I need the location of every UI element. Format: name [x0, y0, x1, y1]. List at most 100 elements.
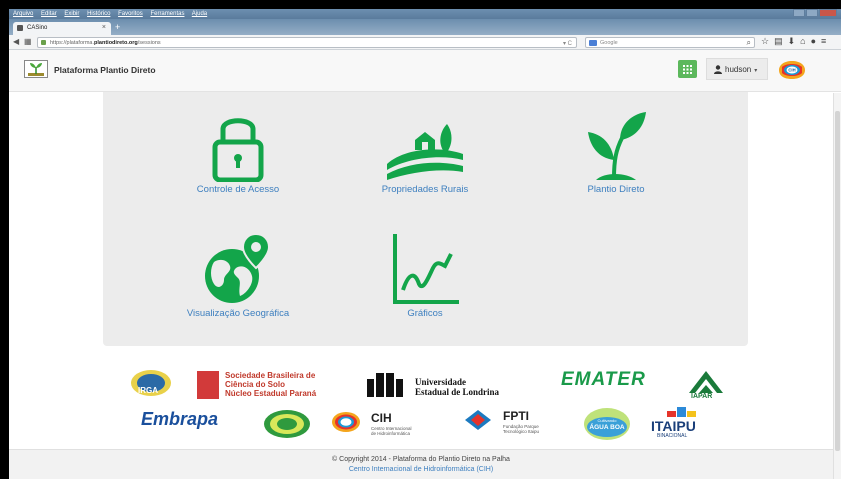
cih-sub2: de Hidroinformática: [371, 431, 411, 436]
cih-partner-icon: [332, 412, 360, 432]
fpti-name: FPTI: [503, 409, 529, 423]
tile-label: Propriedades Rurais: [381, 184, 469, 195]
home-identity-icon[interactable]: ▦: [24, 37, 32, 46]
search-placeholder: Google: [600, 40, 618, 46]
tab-lock-icon: [17, 25, 23, 31]
toolbar-icons: ☆ ▤ ⬇ ⌂ ● ≡: [761, 36, 826, 47]
green-seal-icon: [264, 410, 310, 438]
browser-navbar: ◀ ▦ https://plataforma.plantiodireto.org…: [9, 35, 841, 50]
irga-text: IRGA: [138, 386, 158, 395]
globe-pin-icon: [205, 232, 271, 303]
app-title[interactable]: Plataforma Plantio Direto: [54, 65, 156, 75]
iapar-text: IAPAR: [691, 393, 713, 400]
menu-exibir[interactable]: Exibir: [64, 11, 79, 17]
menu-arquivo[interactable]: Arquivo: [13, 11, 33, 17]
cih-logo-text: CIH: [788, 68, 795, 73]
itaipu-logo: ITAIPU BINACIONAL: [649, 407, 719, 441]
new-tab-button[interactable]: +: [115, 22, 120, 32]
irga-logo: IRGA: [129, 369, 173, 399]
sbcs-line3: Núcleo Estadual Paraná: [225, 389, 317, 398]
home-icon[interactable]: ⌂: [800, 36, 805, 47]
menu-ferramentas[interactable]: Ferramentas: [150, 11, 184, 17]
fpti-logo: FPTI Fundação Parque Tecnológico Itaipu: [463, 409, 583, 439]
menu-ajuda[interactable]: Ajuda: [192, 11, 207, 17]
plant-logo-icon: [28, 63, 44, 76]
agua-boa-line1: Cultivando: [597, 418, 617, 423]
search-icon[interactable]: ⌕: [747, 38, 751, 48]
uel-emblem-icon: [367, 373, 403, 397]
tab-title: CASino: [27, 25, 48, 31]
minimize-button[interactable]: [793, 9, 805, 17]
line-chart-icon: [393, 234, 459, 304]
embrapa-logo: Embrapa: [141, 409, 251, 439]
sbcs-emblem-icon: [197, 371, 219, 399]
user-menu-button[interactable]: hudson ▾: [706, 58, 768, 80]
agua-boa-logo: Cultivando ÁGUA BOA: [583, 407, 633, 441]
user-icon: [714, 65, 722, 74]
menu-editar[interactable]: Editar: [41, 11, 57, 17]
search-engine-icon[interactable]: [589, 40, 597, 46]
menu-icon[interactable]: ≡: [821, 36, 826, 47]
cih-footer-link[interactable]: Centro Internacional de Hidroinformática…: [9, 466, 833, 473]
tile-label: Gráficos: [407, 308, 443, 319]
uel-line2: Estadual de Londrina: [415, 387, 500, 397]
seal-logo: [263, 409, 311, 439]
app-header: Plataforma Plantio Direto hudson ▾ CIH: [9, 50, 841, 92]
secure-lock-icon: [41, 40, 46, 45]
emater-logo: EMATER: [561, 369, 671, 399]
tile-visualizacao-geografica[interactable]: Visualização Geográfica: [148, 232, 328, 319]
address-bar[interactable]: https://plataforma.plantiodireto.org/ses…: [37, 37, 577, 48]
tile-controle-acesso[interactable]: Controle de Acesso: [148, 110, 328, 195]
tab-strip: CASino × +: [9, 19, 841, 35]
modules-panel: Controle de Acesso Propriedades Rurais P…: [103, 92, 748, 346]
farm-icon: [387, 124, 463, 180]
addon-icon[interactable]: ●: [811, 36, 816, 47]
tile-graficos[interactable]: Gráficos: [335, 232, 515, 319]
browser-tab[interactable]: CASino ×: [13, 22, 111, 35]
emater-text: EMATER: [561, 369, 646, 390]
back-icon[interactable]: ◀: [13, 37, 19, 46]
browser-window: Arquivo Editar Exibir Histórico Favorito…: [9, 9, 841, 479]
tile-label: Visualização Geográfica: [186, 308, 290, 319]
browser-menubar: Arquivo Editar Exibir Histórico Favorito…: [9, 9, 841, 19]
page-scrollbar[interactable]: [833, 93, 841, 479]
platform-logo[interactable]: [24, 60, 48, 78]
reload-icon[interactable]: ▾ C: [563, 40, 572, 47]
menu-historico[interactable]: Histórico: [87, 11, 110, 17]
username: hudson: [725, 65, 752, 74]
cih-partner-logo: CIH Centro Internacional de Hidroinformá…: [331, 411, 451, 441]
window-controls: [793, 9, 837, 19]
cih-name: CIH: [371, 411, 392, 425]
url-prefix: https://plataforma.: [50, 40, 95, 46]
clipboard-icon[interactable]: ▤: [774, 36, 783, 47]
uel-line1: Universidade: [415, 377, 467, 387]
grid-icon: [683, 65, 692, 74]
download-icon[interactable]: ⬇: [788, 36, 796, 47]
fpti-sub2: Tecnológico Itaipu: [503, 429, 540, 434]
sbcs-line1: Sociedade Brasileira de: [225, 371, 316, 380]
embrapa-text: Embrapa: [141, 409, 219, 429]
tile-propriedades-rurais[interactable]: Propriedades Rurais: [335, 110, 515, 195]
page-footer: © Copyright 2014 - Plataforma do Plantio…: [9, 449, 833, 479]
tile-label: Plantio Direto: [587, 184, 645, 195]
cih-logo[interactable]: CIH: [778, 59, 806, 81]
menu-favoritos[interactable]: Favoritos: [118, 11, 143, 17]
itaipu-name: ITAIPU: [651, 418, 696, 434]
close-tab-icon[interactable]: ×: [102, 24, 106, 31]
search-input[interactable]: Google ⌕: [585, 37, 755, 48]
fpti-emblem-icon: [465, 410, 491, 430]
itaipu-sub: BINACIONAL: [657, 433, 688, 439]
sbcs-line2: Ciência do Solo: [225, 380, 286, 389]
agua-boa-line2: ÁGUA BOA: [589, 424, 625, 431]
star-icon[interactable]: ☆: [761, 36, 769, 47]
url-path: /sessions: [137, 40, 161, 46]
url-domain: plantiodireto.org: [94, 40, 138, 46]
scrollbar-thumb[interactable]: [835, 111, 840, 451]
copyright-text: © Copyright 2014 - Plataforma do Plantio…: [332, 456, 510, 463]
tile-plantio-direto[interactable]: Plantio Direto: [526, 110, 706, 195]
close-window-button[interactable]: [819, 9, 837, 17]
iapar-logo: IAPAR: [687, 369, 727, 403]
apps-grid-button[interactable]: [678, 60, 697, 78]
maximize-button[interactable]: [806, 9, 818, 17]
tile-label: Controle de Acesso: [196, 184, 280, 195]
